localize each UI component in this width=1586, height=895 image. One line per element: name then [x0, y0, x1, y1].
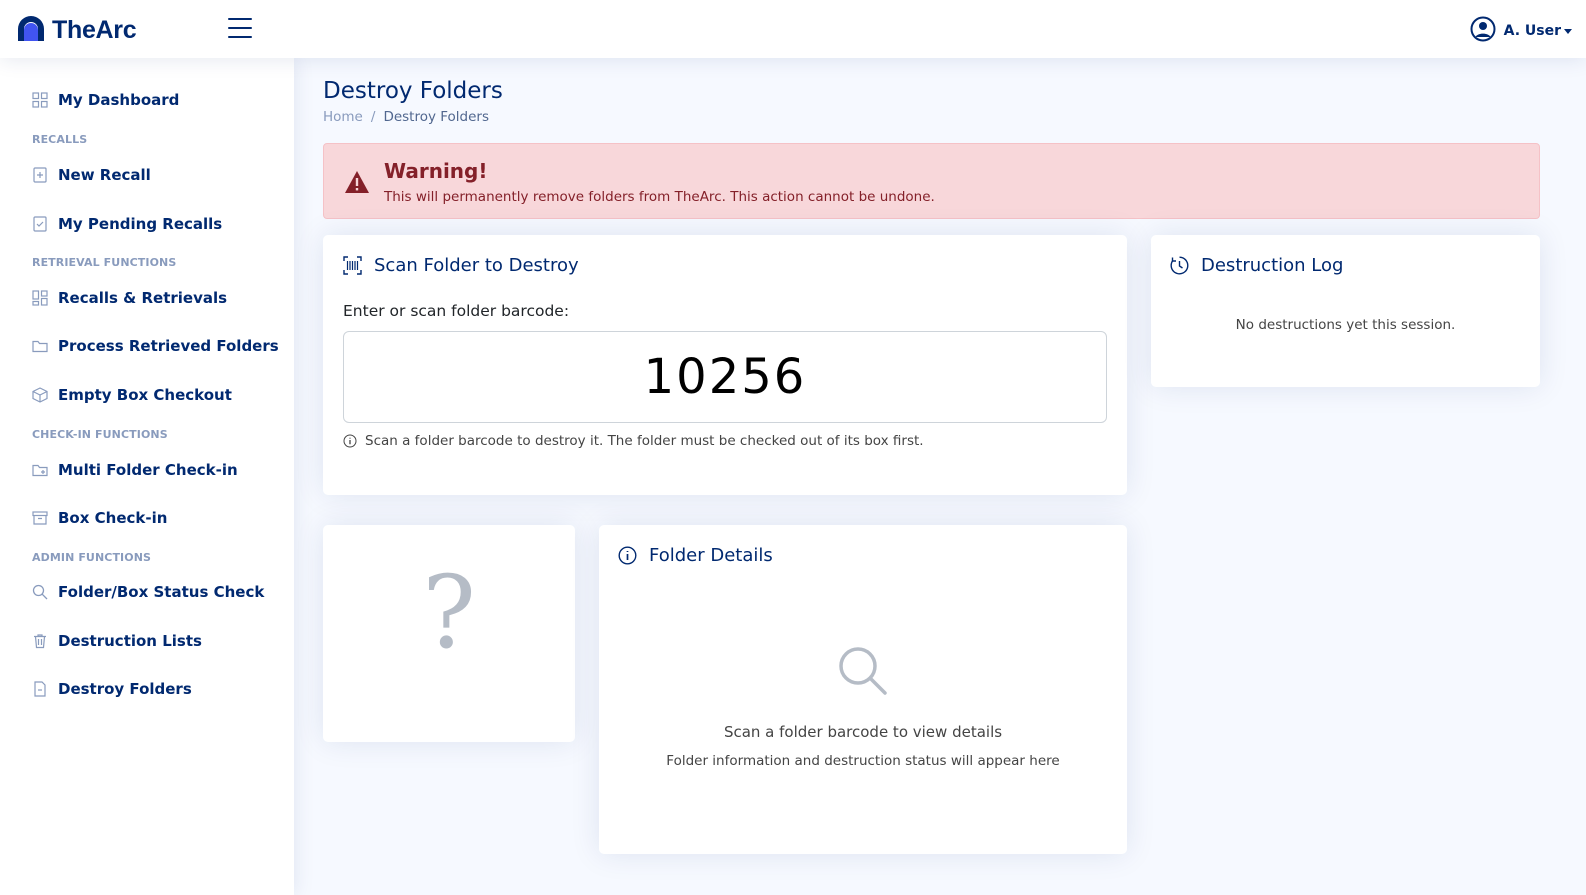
archive-icon [32, 510, 48, 526]
alert-title: Warning! [384, 159, 488, 183]
details-empty-title: Scan a folder barcode to view details [723, 723, 1003, 741]
user-circle-icon [1470, 16, 1496, 46]
question-mark-icon: ? [422, 554, 476, 671]
info-circle-icon [343, 434, 357, 448]
box-icon [32, 387, 48, 403]
breadcrumb-current: Destroy Folders [383, 109, 490, 125]
sidebar-item-label: My Pending Recalls [58, 215, 223, 233]
sidebar-item-status-check[interactable]: Folder/Box Status Check [32, 583, 264, 601]
nav-heading-recalls: RECALLS [32, 133, 88, 146]
search-icon [32, 584, 48, 600]
warning-icon [344, 170, 370, 198]
nav-heading-retrieval: RETRIEVAL FUNCTIONS [32, 256, 177, 269]
sidebar-item-destruction-lists[interactable]: Destruction Lists [32, 632, 202, 650]
destruction-log-card: Destruction Log No destructions yet this… [1151, 235, 1540, 387]
barcode-input[interactable] [343, 331, 1107, 423]
logo-arch-icon [16, 14, 46, 46]
scan-card: Scan Folder to Destroy Enter or scan fol… [323, 235, 1127, 495]
warning-alert: Warning! This will permanently remove fo… [323, 143, 1540, 219]
log-card-title-text: Destruction Log [1201, 255, 1344, 276]
sidebar-item-label: New Recall [58, 166, 151, 184]
sidebar-item-label: Process Retrieved Folders [58, 337, 279, 355]
sidebar-item-box-checkin[interactable]: Box Check-in [32, 509, 167, 527]
scan-card-title-text: Scan Folder to Destroy [374, 255, 579, 276]
barcode-scan-icon [343, 256, 362, 275]
sidebar-item-dashboard[interactable]: My Dashboard [32, 91, 179, 109]
user-menu[interactable]: A. User [1470, 16, 1572, 46]
sidebar-item-empty-box[interactable]: Empty Box Checkout [32, 386, 232, 404]
sidebar-item-label: Multi Folder Check-in [58, 461, 238, 479]
user-name: A. User [1503, 23, 1561, 39]
sidebar: My Dashboard RECALLS New Recall My Pendi… [0, 58, 294, 895]
folder-add-icon [32, 462, 48, 478]
check-list-icon [32, 216, 48, 232]
sidebar-item-label: Destruction Lists [58, 632, 202, 650]
log-empty-message: No destructions yet this session. [1235, 317, 1456, 333]
magnifier-icon [837, 645, 889, 701]
sidebar-item-process-retrieved[interactable]: Process Retrieved Folders [32, 337, 279, 355]
grid-icon [32, 92, 48, 108]
sidebar-item-label: Folder/Box Status Check [58, 583, 265, 601]
breadcrumb-separator: / [370, 109, 376, 125]
sidebar-item-label: Empty Box Checkout [58, 386, 232, 404]
sidebar-item-multi-folder-checkin[interactable]: Multi Folder Check-in [32, 461, 238, 479]
alert-text: This will permanently remove folders fro… [384, 189, 935, 205]
brand-logo[interactable]: TheArc [16, 14, 137, 46]
clock-history-icon [1170, 256, 1189, 275]
scan-card-title: Scan Folder to Destroy [343, 255, 579, 276]
sidebar-item-label: Box Check-in [58, 509, 168, 527]
sidebar-item-new-recall[interactable]: New Recall [32, 166, 151, 184]
file-minus-icon [32, 681, 48, 697]
info-circle-icon [618, 546, 637, 565]
folder-icon [32, 338, 48, 354]
page-title: Destroy Folders [323, 78, 503, 104]
details-card-title: Folder Details [618, 545, 773, 566]
grid-icon [32, 290, 48, 306]
sidebar-item-pending-recalls[interactable]: My Pending Recalls [32, 215, 222, 233]
menu-icon[interactable] [228, 18, 252, 40]
folder-details-card: Folder Details Scan a folder barcode to … [599, 525, 1127, 854]
sidebar-item-label: Recalls & Retrievals [58, 289, 228, 307]
trash-icon [32, 633, 48, 649]
sidebar-item-destroy-folders[interactable]: Destroy Folders [32, 680, 192, 698]
sidebar-item-label: My Dashboard [58, 91, 180, 109]
log-card-title: Destruction Log [1170, 255, 1343, 276]
breadcrumb-home[interactable]: Home [323, 109, 363, 125]
sidebar-item-label: Destroy Folders [58, 680, 192, 698]
chevron-down-icon [1564, 28, 1572, 34]
breadcrumb: Home / Destroy Folders [323, 109, 489, 125]
details-empty-subtitle: Folder information and destruction statu… [666, 753, 1060, 769]
sidebar-item-recalls-retrievals[interactable]: Recalls & Retrievals [32, 289, 227, 307]
scan-hint-text: Scan a folder barcode to destroy it. The… [365, 433, 924, 449]
details-card-title-text: Folder Details [649, 545, 773, 566]
nav-heading-admin: ADMIN FUNCTIONS [32, 551, 152, 564]
recall-add-icon [32, 167, 48, 183]
scan-hint: Scan a folder barcode to destroy it. The… [343, 433, 924, 449]
barcode-label: Enter or scan folder barcode: [343, 302, 570, 320]
brand-name: TheArc [52, 15, 137, 44]
nav-heading-checkin: CHECK-IN FUNCTIONS [32, 428, 168, 441]
top-header: TheArc A. User [0, 0, 1586, 58]
folder-preview-card: ? [323, 525, 575, 742]
